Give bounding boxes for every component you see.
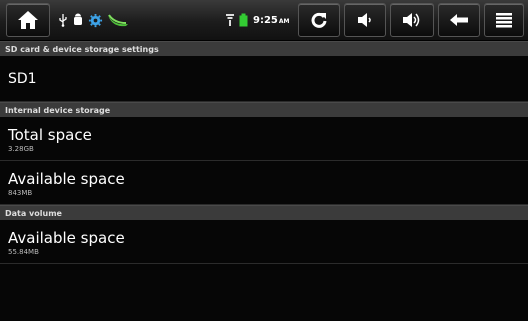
data-volume-header: Data volume bbox=[0, 205, 528, 220]
usb-icon bbox=[59, 14, 67, 27]
volume-up-icon bbox=[403, 13, 420, 27]
signal-icon bbox=[226, 14, 234, 26]
sd-card-title: SD1 bbox=[8, 70, 37, 87]
back-arrow-icon bbox=[450, 14, 468, 26]
sd-card-item[interactable]: SD1 bbox=[0, 56, 528, 102]
status-indicators: 9:25AM bbox=[226, 10, 290, 30]
system-bar: 9:25AM bbox=[0, 0, 528, 41]
clock-ampm: AM bbox=[278, 17, 290, 25]
total-space-item: Total space 3.28GB bbox=[0, 117, 528, 161]
volume-down-button[interactable] bbox=[344, 3, 386, 37]
data-volume-available-title: Available space bbox=[8, 229, 125, 247]
sync-button[interactable] bbox=[298, 3, 340, 37]
available-space-item: Available space 843MB bbox=[0, 161, 528, 205]
available-space-value: 843MB bbox=[8, 189, 33, 197]
total-space-value: 3.28GB bbox=[8, 145, 34, 153]
home-button[interactable] bbox=[6, 3, 50, 37]
menu-icon bbox=[496, 13, 512, 28]
internal-storage-header: Internal device storage bbox=[0, 102, 528, 117]
data-volume-available-item: Available space 55.84MB bbox=[0, 220, 528, 264]
menu-button[interactable] bbox=[484, 3, 524, 37]
available-space-title: Available space bbox=[8, 170, 125, 188]
sync-icon bbox=[311, 12, 327, 28]
volume-down-icon bbox=[358, 13, 371, 27]
android-debug-icon bbox=[74, 13, 82, 25]
app-icon bbox=[108, 14, 128, 27]
total-space-title: Total space bbox=[8, 126, 92, 144]
clock: 9:25AM bbox=[253, 15, 290, 26]
settings-gear-icon bbox=[88, 13, 103, 27]
screen-title: SD card & device storage settings bbox=[0, 41, 528, 56]
data-volume-available-value: 55.84MB bbox=[8, 248, 39, 256]
volume-up-button[interactable] bbox=[390, 3, 434, 37]
settings-screen: SD card & device storage settings SD1 In… bbox=[0, 41, 528, 321]
back-button[interactable] bbox=[438, 3, 480, 37]
notification-icons bbox=[58, 10, 129, 30]
battery-icon bbox=[239, 13, 248, 27]
home-icon bbox=[18, 11, 38, 29]
clock-time: 9:25 bbox=[253, 14, 278, 26]
